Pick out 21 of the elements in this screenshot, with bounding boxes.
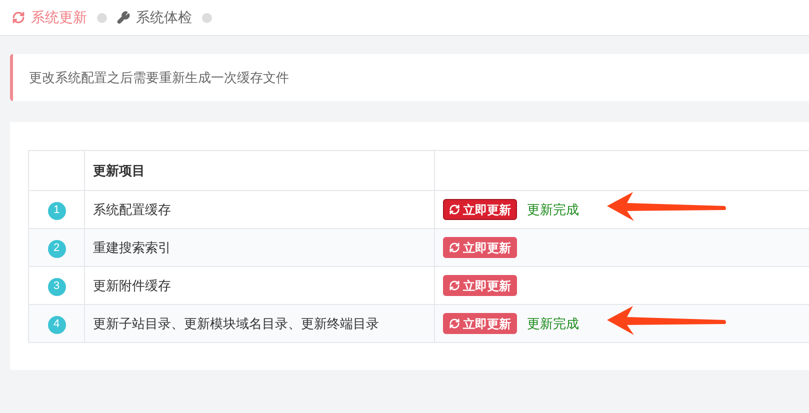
- status-text: 更新完成: [527, 200, 579, 219]
- refresh-icon: [449, 204, 460, 215]
- number-badge: 3: [48, 278, 66, 296]
- alert-text: 更改系统配置之后需要重新生成一次缓存文件: [29, 68, 289, 87]
- table-cell: 更新子站目录、更新模块域名目录、更新终端目录: [84, 304, 434, 342]
- refresh-icon: [449, 280, 460, 291]
- column-header: 更新项目: [84, 150, 434, 190]
- update-button[interactable]: 立即更新: [443, 237, 517, 258]
- number-badge: 1: [48, 202, 66, 220]
- refresh-icon: [449, 318, 460, 329]
- update-button[interactable]: 立即更新: [443, 199, 517, 220]
- tab[interactable]: 系统更新: [12, 7, 87, 28]
- status-text: 更新完成: [527, 314, 579, 333]
- refresh-icon: [449, 242, 460, 253]
- wrench-icon: [117, 11, 130, 24]
- refresh-icon: [12, 11, 25, 24]
- tab[interactable]: 系统体检: [117, 7, 192, 28]
- update-button[interactable]: 立即更新: [443, 275, 517, 296]
- update-button[interactable]: 立即更新: [443, 313, 517, 334]
- number-badge: 4: [48, 316, 66, 334]
- number-badge: 2: [48, 240, 66, 258]
